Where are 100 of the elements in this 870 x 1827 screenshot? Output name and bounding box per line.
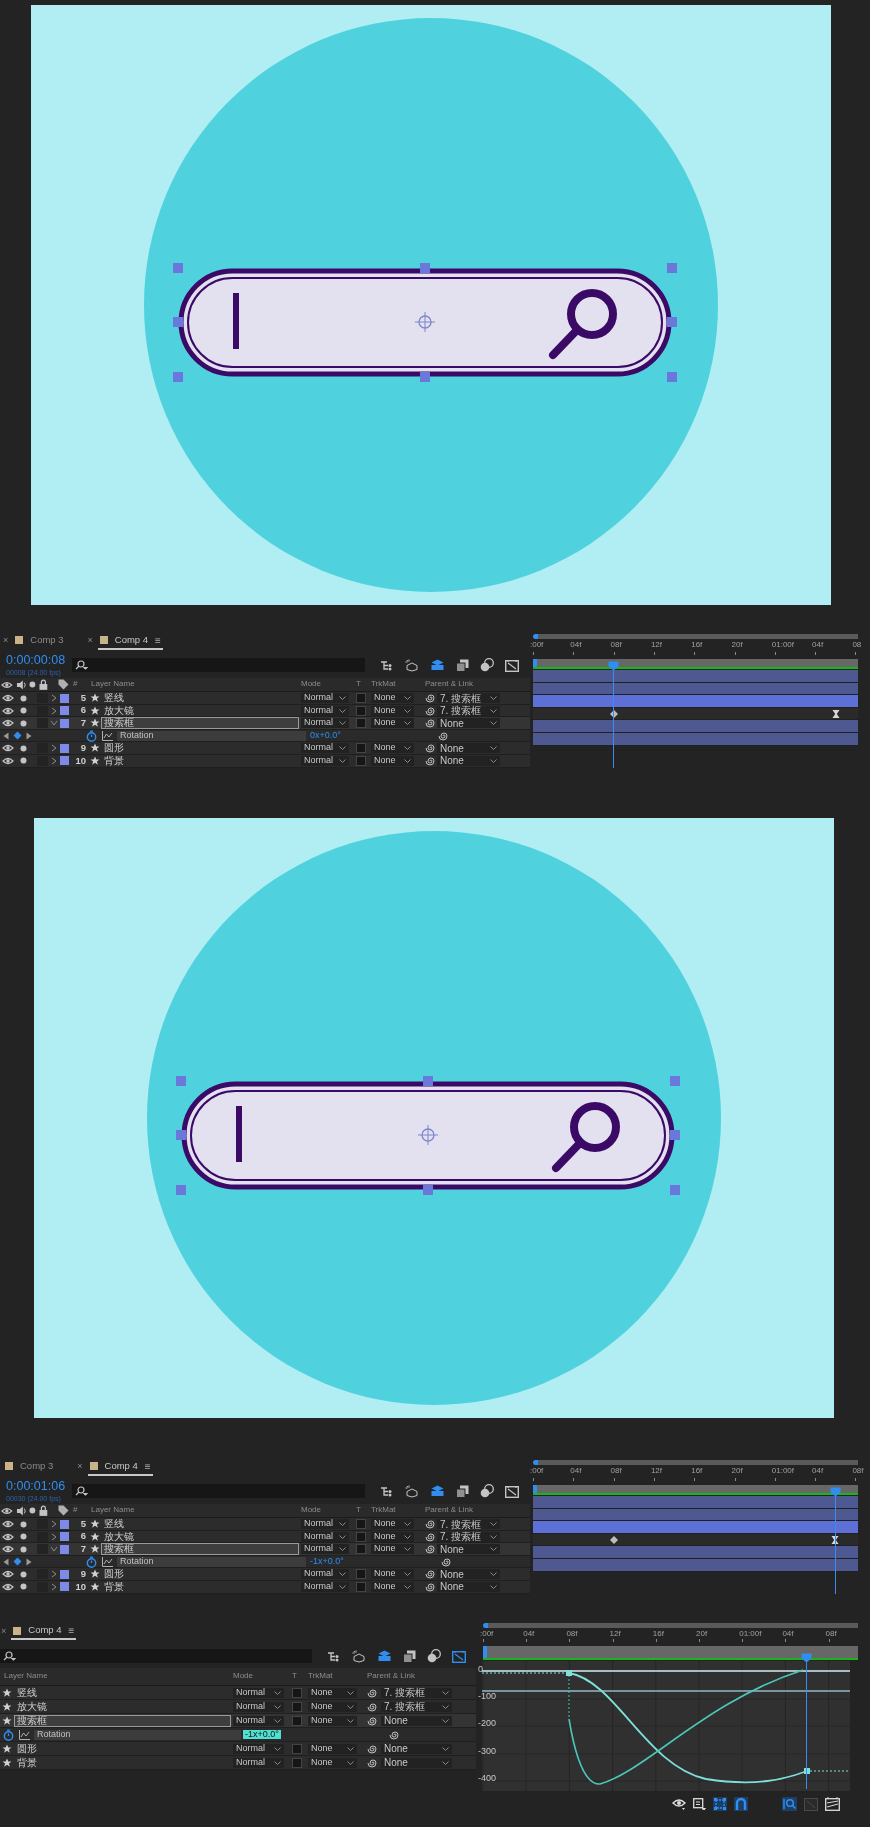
toggle-box[interactable] [292,1701,302,1712]
pick-whip-icon[interactable] [425,1581,435,1592]
layer-name[interactable]: 竖线 [101,1518,299,1530]
selection-handle[interactable] [420,263,430,273]
selection-handle[interactable] [176,1185,186,1195]
selection-handle[interactable] [423,1185,433,1195]
layer-name[interactable]: 竖线 [14,1686,231,1699]
layer-name[interactable]: 背景 [101,754,299,767]
label-color-swatch[interactable] [60,1532,69,1542]
pick-whip-icon[interactable] [437,730,448,741]
toggle-box[interactable] [356,705,366,716]
mode-dropdown[interactable]: Normal [301,705,349,716]
menu-button[interactable]: ≡ [68,1625,75,1636]
close-button[interactable]: × [87,636,93,646]
selection-handle[interactable] [670,1130,680,1140]
graph-editor-icon[interactable] [505,658,519,672]
graph-icon[interactable] [19,1729,30,1740]
lock-icon[interactable] [39,679,48,690]
label-color-swatch[interactable] [60,1519,69,1529]
layer-name[interactable]: 搜索框 [101,717,299,730]
track-matte-dropdown[interactable]: None [308,1701,357,1712]
eye-icon[interactable] [672,1798,686,1810]
parent-dropdown[interactable]: None [437,1581,500,1592]
pick-whip-icon[interactable] [425,755,435,766]
pick-whip-icon[interactable] [425,1519,435,1529]
eye-icon[interactable] [1,680,13,689]
solo-dot-icon[interactable] [20,1520,27,1528]
pick-whip-icon[interactable] [388,1729,399,1740]
keyframe-icon[interactable] [13,1557,22,1567]
eye-icon[interactable] [2,719,14,728]
solo-dot-icon[interactable] [20,1533,27,1541]
search-field[interactable] [72,1484,365,1498]
layer-name[interactable]: 竖线 [101,692,299,704]
selection-handle[interactable] [176,1076,186,1086]
parent-dropdown[interactable]: None [437,1569,500,1580]
previous-keyframe-icon[interactable] [3,731,9,740]
chevron-icon[interactable] [51,694,57,702]
toggle-box[interactable] [356,718,366,729]
selection-handle[interactable] [173,263,183,273]
circles-icon[interactable] [480,1484,494,1498]
pick-whip-icon[interactable] [425,743,435,754]
eye-icon[interactable] [2,1545,14,1554]
frames-icon[interactable] [456,658,469,672]
pick-whip-icon[interactable] [367,1743,377,1754]
chevron-icon[interactable] [50,720,58,727]
selection-handle[interactable] [667,317,677,327]
eye-icon[interactable] [2,1582,14,1591]
solo-dot-icon[interactable] [20,694,27,702]
solo-dot-icon[interactable] [29,1507,37,1514]
chevron-icon[interactable] [51,1520,57,1528]
frames-icon[interactable] [403,1649,416,1663]
eye-icon[interactable] [2,694,14,702]
mode-dropdown[interactable]: Normal [233,1687,284,1698]
track-matte-dropdown[interactable]: None [371,1531,414,1542]
selection-handle[interactable] [420,372,430,382]
pick-whip-icon[interactable] [425,705,435,716]
property-value[interactable]: -1x+0.0° [308,1556,346,1567]
label-color-swatch[interactable] [60,1569,69,1579]
menu-button[interactable]: ≡ [155,634,161,646]
toggle-box[interactable] [356,743,366,754]
chevron-icon[interactable] [51,1570,57,1579]
parent-dropdown[interactable]: None [437,1544,500,1555]
parent-dropdown[interactable]: None [437,755,500,766]
track-matte-dropdown[interactable]: None [371,718,414,729]
toggle-box[interactable] [356,693,366,703]
track-matte-dropdown[interactable]: None [371,705,414,716]
parent-dropdown[interactable]: None [381,1743,452,1754]
toggle-box[interactable] [356,1544,366,1555]
branch-icon[interactable] [380,659,394,671]
branch-icon[interactable] [380,1485,394,1497]
previous-keyframe-icon[interactable] [3,1557,9,1566]
anchor-point-icon[interactable] [417,1124,439,1146]
graph-icon[interactable] [102,1556,113,1567]
layer-name[interactable]: 放大镜 [14,1700,231,1713]
eye-icon[interactable] [2,1520,14,1528]
timecode[interactable]: 0:00:01:06 [6,1479,72,1494]
graph-type-icon[interactable] [825,1797,840,1811]
selection-handle[interactable] [173,372,183,382]
chevron-icon[interactable] [50,1546,58,1553]
timecode[interactable]: 0:00:00:08 [6,653,72,668]
speaker-icon[interactable] [15,679,27,690]
solo-dot-icon[interactable] [20,719,27,727]
pick-whip-icon[interactable] [367,1715,377,1726]
stopwatch-icon[interactable] [3,1728,14,1741]
layer-name[interactable]: 搜索框 [14,1714,231,1727]
label-color-swatch[interactable] [60,1582,69,1592]
toggle-box[interactable] [292,1743,302,1754]
parent-dropdown[interactable]: None [381,1715,452,1726]
parent-dropdown[interactable]: 7. 搜索框 [437,1531,500,1542]
solo-dot-icon[interactable] [20,1545,27,1553]
chevron-icon[interactable] [51,1532,57,1541]
track-matte-dropdown[interactable]: None [371,693,414,703]
solo-dot-icon[interactable] [20,707,27,715]
search-icon[interactable] [75,1486,88,1496]
speaker-icon[interactable] [15,1505,27,1516]
list-icon[interactable] [693,1798,706,1810]
close-button[interactable]: × [1,1626,7,1637]
pick-whip-icon[interactable] [425,1569,435,1580]
pick-whip-icon[interactable] [440,1556,451,1567]
label-color-swatch[interactable] [60,1544,69,1554]
